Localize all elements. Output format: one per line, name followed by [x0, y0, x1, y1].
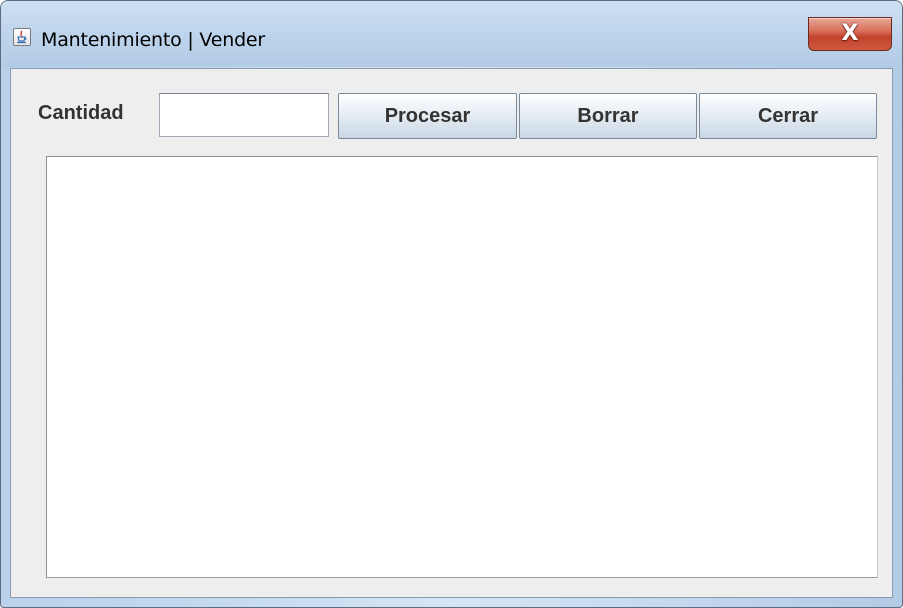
close-window-button[interactable]: X	[808, 17, 892, 51]
window-title: Mantenimiento | Vender	[41, 29, 266, 51]
close-icon: X	[841, 21, 859, 46]
borrar-button[interactable]: Borrar	[519, 93, 697, 139]
output-text-area[interactable]	[46, 156, 878, 578]
cantidad-label: Cantidad	[38, 102, 124, 124]
java-cup-glyph	[17, 30, 27, 44]
title-bar[interactable]: Mantenimiento | Vender X	[1, 1, 902, 67]
app-window: Mantenimiento | Vender X Cantidad Proces…	[0, 0, 903, 608]
procesar-button[interactable]: Procesar	[338, 93, 517, 139]
cerrar-button[interactable]: Cerrar	[699, 93, 877, 139]
cantidad-input[interactable]	[159, 93, 329, 137]
java-cup-icon[interactable]	[13, 28, 31, 46]
